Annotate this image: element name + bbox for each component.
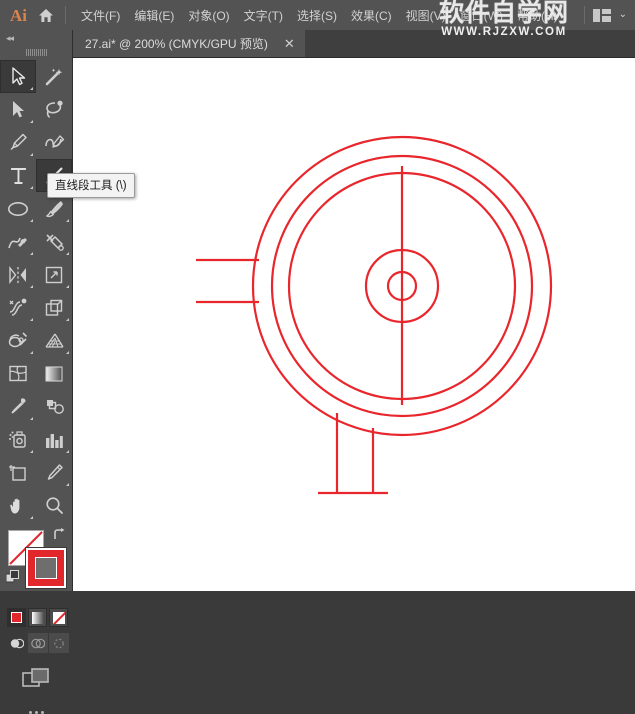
hand-tool[interactable]: [0, 489, 36, 522]
default-colors-icon[interactable]: [6, 570, 20, 584]
blend-tool[interactable]: [36, 390, 72, 423]
document-tab-bar: 27.ai* @ 200% (CMYK/GPU 预览) ✕: [0, 30, 635, 58]
swap-fill-stroke-icon[interactable]: [52, 528, 66, 543]
change-screen-mode-button[interactable]: [0, 667, 72, 689]
tool-corner-marker: [30, 450, 33, 453]
tool-corner-marker: [66, 285, 69, 288]
tool-corner-marker: [30, 417, 33, 420]
fill-solid-color-button[interactable]: [7, 608, 26, 627]
workspace-switcher-icon[interactable]: [593, 9, 611, 22]
direct-selection-tool[interactable]: [0, 93, 36, 126]
magic-wand-tool[interactable]: [36, 60, 72, 93]
ellipse-tool[interactable]: [0, 192, 36, 225]
pen-tool[interactable]: [0, 126, 36, 159]
tool-corner-marker: [66, 318, 69, 321]
menu-select[interactable]: 选择(S): [290, 4, 344, 27]
eraser-tool[interactable]: [36, 225, 72, 258]
menu-window[interactable]: 窗口(W): [453, 4, 510, 27]
shaper-tool[interactable]: [0, 225, 36, 258]
mesh-tool[interactable]: [0, 357, 36, 390]
artboard-canvas[interactable]: [73, 58, 635, 591]
document-tab-label: 27.ai* @ 200% (CMYK/GPU 预览): [85, 35, 268, 52]
workspace-divider: [584, 6, 585, 24]
tool-corner-marker: [30, 120, 33, 123]
tool-corner-marker: [66, 252, 69, 255]
slice-tool[interactable]: [36, 456, 72, 489]
close-icon[interactable]: ✕: [284, 37, 295, 50]
width-tool[interactable]: [0, 291, 36, 324]
tool-corner-marker: [30, 252, 33, 255]
menu-view[interactable]: 视图(V): [399, 4, 453, 27]
perspective-grid-tool[interactable]: [36, 324, 72, 357]
tool-corner-marker: [30, 186, 33, 189]
fill-gradient-button[interactable]: [28, 608, 47, 627]
artwork-vector: [73, 58, 635, 591]
zoom-tool[interactable]: [36, 489, 72, 522]
artboard-tool[interactable]: [0, 456, 36, 489]
tools-panel: ◂◂: [0, 30, 73, 591]
menu-edit[interactable]: 编辑(E): [127, 4, 181, 27]
chevron-down-icon[interactable]: ⌄: [619, 10, 627, 20]
tool-grid: [0, 58, 72, 522]
shape-builder-tool[interactable]: [0, 324, 36, 357]
menu-bar-right: ⌄: [576, 6, 635, 24]
draw-inside-button[interactable]: [49, 633, 69, 653]
draw-mode-row: [0, 633, 72, 653]
column-graph-tool[interactable]: [36, 423, 72, 456]
menu-help[interactable]: 帮助(H): [510, 4, 565, 27]
type-tool[interactable]: [0, 159, 36, 192]
scale-tool[interactable]: [36, 258, 72, 291]
reflect-tool[interactable]: [0, 258, 36, 291]
color-controls: [0, 526, 72, 606]
tool-corner-marker: [66, 351, 69, 354]
menu-object[interactable]: 对象(O): [181, 4, 236, 27]
fill-none-button[interactable]: [49, 608, 68, 627]
free-transform-tool[interactable]: [36, 291, 72, 324]
tool-tooltip: 直线段工具 (\): [47, 173, 135, 198]
symbol-sprayer-tool[interactable]: [0, 423, 36, 456]
eyedropper-tool[interactable]: [0, 390, 36, 423]
home-icon[interactable]: [35, 4, 57, 26]
draw-normal-button[interactable]: [7, 633, 27, 653]
tool-corner-marker: [66, 219, 69, 222]
gradient-tool[interactable]: [36, 357, 72, 390]
tool-corner-marker: [66, 450, 69, 453]
menu-text[interactable]: 文字(T): [237, 4, 290, 27]
menu-item-list: 文件(F) 编辑(E) 对象(O) 文字(T) 选择(S) 效果(C) 视图(V…: [74, 4, 565, 27]
fill-swatch[interactable]: [26, 548, 66, 588]
tool-corner-marker: [30, 516, 33, 519]
tool-corner-marker: [30, 285, 33, 288]
tool-corner-marker: [30, 87, 33, 90]
menu-file[interactable]: 文件(F): [74, 4, 127, 27]
tool-corner-marker: [30, 318, 33, 321]
panel-drag-handle[interactable]: [0, 46, 72, 58]
curvature-tool[interactable]: [36, 126, 72, 159]
tool-corner-marker: [66, 483, 69, 486]
draw-behind-button[interactable]: [28, 633, 48, 653]
tool-corner-marker: [30, 153, 33, 156]
selection-tool[interactable]: [0, 60, 36, 93]
tool-corner-marker: [30, 351, 33, 354]
collapse-panel-button[interactable]: ◂◂: [0, 30, 72, 46]
menu-bar: Ai 文件(F) 编辑(E) 对象(O) 文字(T) 选择(S) 效果(C) 视…: [0, 0, 635, 30]
menu-divider: [65, 6, 66, 24]
menu-effect[interactable]: 效果(C): [344, 4, 399, 27]
tool-corner-marker: [30, 219, 33, 222]
document-tab[interactable]: 27.ai* @ 200% (CMYK/GPU 预览) ✕: [73, 30, 305, 57]
app-logo: Ai: [8, 7, 33, 24]
lasso-tool[interactable]: [36, 93, 72, 126]
paint-mode-row: [0, 608, 72, 627]
